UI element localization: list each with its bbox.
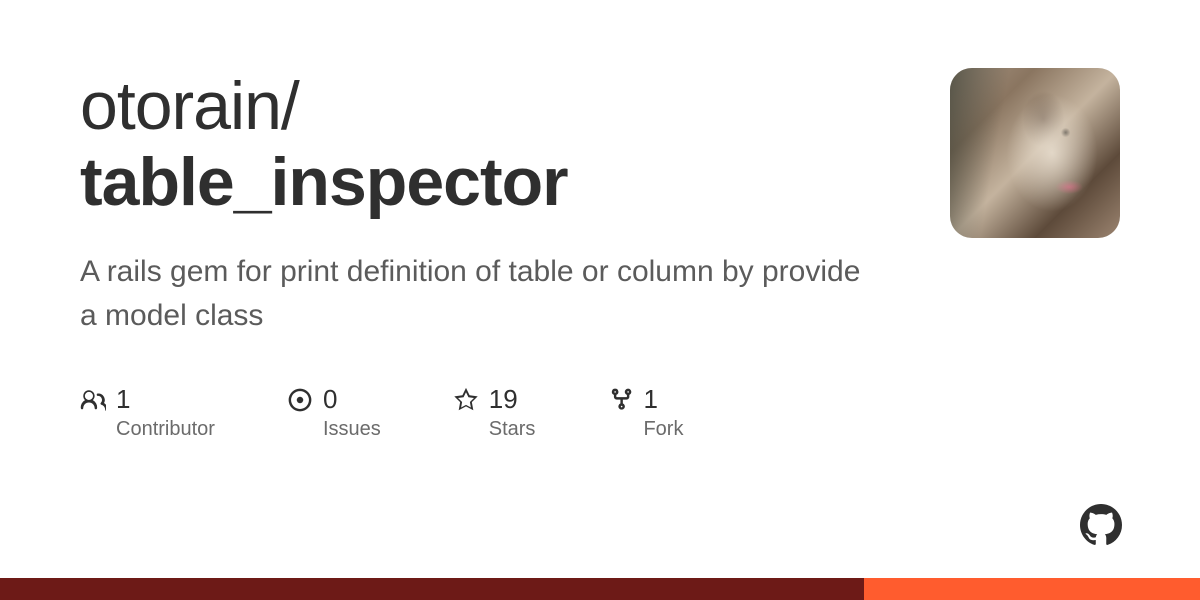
github-logo-icon[interactable]: [1080, 504, 1122, 546]
repo-info: otorain/ table_inspector A rails gem for…: [80, 68, 950, 441]
repo-stats: 1 Contributor 0 Issues 19: [80, 385, 910, 441]
language-segment-primary: [0, 578, 864, 600]
issue-icon: [287, 387, 313, 413]
language-segment-secondary: [864, 578, 1200, 600]
avatar[interactable]: [950, 68, 1120, 238]
stat-count: 0: [323, 385, 381, 414]
stat-count: 1: [643, 385, 683, 414]
repo-owner[interactable]: otorain: [80, 68, 281, 144]
stat-label: Fork: [643, 418, 683, 441]
stat-stars[interactable]: 19 Stars: [453, 385, 536, 441]
fork-icon: [607, 387, 633, 413]
star-icon: [453, 387, 479, 413]
stat-forks[interactable]: 1 Fork: [607, 385, 683, 441]
people-icon: [80, 387, 106, 413]
repo-description: A rails gem for print definition of tabl…: [80, 250, 880, 337]
stat-issues[interactable]: 0 Issues: [287, 385, 381, 441]
stat-contributors[interactable]: 1 Contributor: [80, 385, 215, 441]
stat-label: Contributor: [116, 418, 215, 441]
language-bar: [0, 578, 1200, 600]
stat-count: 1: [116, 385, 215, 414]
repo-title: otorain/ table_inspector: [80, 68, 910, 220]
stat-label: Stars: [489, 418, 536, 441]
stat-count: 19: [489, 385, 536, 414]
repo-name[interactable]: table_inspector: [80, 144, 910, 220]
owner-separator: /: [281, 68, 299, 144]
repo-card: otorain/ table_inspector A rails gem for…: [0, 0, 1200, 600]
stat-label: Issues: [323, 418, 381, 441]
